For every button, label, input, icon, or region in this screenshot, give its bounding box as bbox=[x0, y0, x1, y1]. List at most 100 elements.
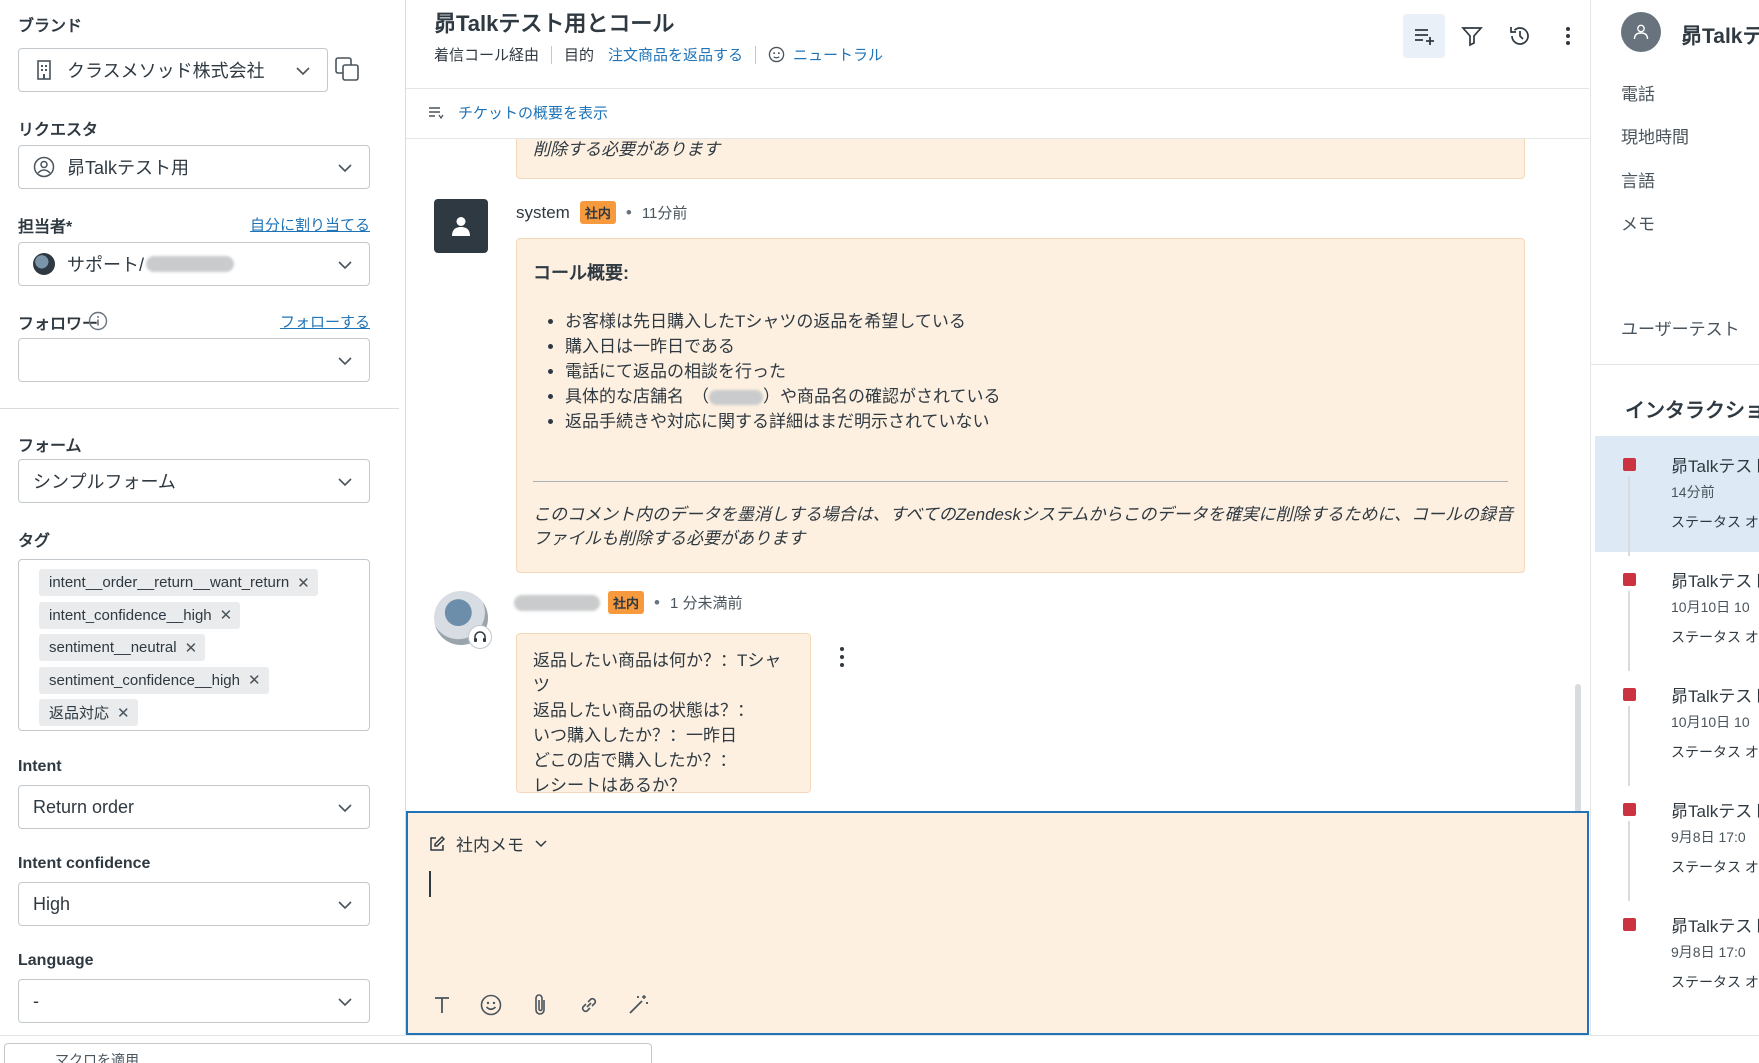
message-time: 1 分未満前 bbox=[669, 595, 743, 612]
intent-select[interactable]: Return order bbox=[18, 785, 370, 829]
tag-label: 返品対応 bbox=[49, 705, 110, 722]
tag-label: sentiment_confidence__high bbox=[49, 671, 240, 689]
remove-tag-icon[interactable]: ✕ bbox=[248, 671, 261, 689]
panel-divider bbox=[1591, 364, 1759, 365]
apply-macro-button[interactable]: マクロを適用 bbox=[4, 1043, 652, 1063]
remove-tag-icon[interactable]: ✕ bbox=[185, 639, 198, 657]
building-icon bbox=[37, 60, 51, 80]
list-add-icon bbox=[1415, 29, 1434, 45]
agent-message-header: 社内 • 1 分未満前 bbox=[514, 591, 742, 614]
chevron-down-icon bbox=[535, 839, 547, 847]
remove-tag-icon[interactable]: ✕ bbox=[297, 574, 310, 592]
text-cursor bbox=[429, 871, 431, 897]
interaction-time: 10月10日 10 bbox=[1671, 599, 1750, 615]
tag-chip: sentiment__neutral ✕ bbox=[39, 634, 206, 661]
list-item-text: ）や商品名の確認がされている bbox=[763, 387, 1001, 406]
ticket-title[interactable]: 昴Talkテスト用とコール bbox=[434, 6, 674, 38]
assignee-avatar bbox=[33, 253, 55, 275]
assignee-select[interactable]: サポート/ bbox=[18, 242, 370, 286]
assign-to-me-link[interactable]: 自分に割り当てる bbox=[250, 214, 370, 235]
tags-input[interactable]: intent__order__return__want_return ✕ inte… bbox=[18, 559, 370, 731]
sentiment-value[interactable]: ニュートラル bbox=[793, 44, 883, 65]
intent-label: Intent bbox=[18, 758, 62, 775]
user-icon bbox=[1633, 24, 1649, 40]
interaction-status: ステータス オー bbox=[1671, 974, 1759, 990]
remove-tag-icon[interactable]: ✕ bbox=[220, 606, 233, 624]
intent-confidence-select[interactable]: High bbox=[18, 882, 370, 926]
reply-composer[interactable]: 社内メモ bbox=[406, 811, 1589, 1035]
copy-icon[interactable] bbox=[334, 56, 360, 82]
paperclip-icon bbox=[535, 994, 545, 1015]
link-button[interactable] bbox=[575, 991, 603, 1019]
headset-icon bbox=[468, 625, 492, 649]
system-message-header: system 社内 • 11分前 bbox=[516, 201, 688, 224]
tags-label: タグ bbox=[18, 533, 51, 550]
tag-chip: sentiment_confidence__high ✕ bbox=[39, 666, 269, 694]
message-menu-icon[interactable] bbox=[832, 643, 852, 671]
list-item-text: 具体的な店舗名 bbox=[565, 387, 684, 406]
brand-select[interactable]: クラスメソッド株式会社 bbox=[18, 48, 328, 92]
previous-note-text: 削除する必要があります bbox=[533, 140, 720, 159]
history-icon bbox=[1510, 27, 1529, 45]
interaction-title: 昴Talkテスト bbox=[1671, 457, 1759, 476]
phone-label: 電話 bbox=[1621, 85, 1655, 104]
conversation-view-button[interactable] bbox=[1403, 14, 1445, 58]
channel-via: 着信コール経由 bbox=[434, 47, 540, 64]
chevron-down-icon bbox=[296, 67, 310, 76]
paren: （ bbox=[692, 387, 709, 406]
requester-select[interactable]: 昴Talkテスト用 bbox=[18, 145, 370, 189]
brand-value: クラスメソッド株式会社 bbox=[67, 61, 265, 81]
remove-tag-icon[interactable]: ✕ bbox=[117, 704, 130, 722]
tag-label: sentiment__neutral bbox=[49, 639, 177, 656]
composer-mode-select[interactable]: 社内メモ bbox=[428, 831, 558, 856]
brand-label: ブランド bbox=[18, 18, 83, 35]
interaction-item[interactable]: 昴Talkテスト 9月8日 17:0 ステータス オー bbox=[1595, 781, 1759, 901]
purpose-value[interactable]: 注文商品を返品する bbox=[608, 44, 743, 65]
interaction-item[interactable]: 昴Talkテスト 10月10日 10 ステータス オー bbox=[1595, 551, 1759, 671]
interaction-title: 昴Talkテスト bbox=[1671, 917, 1759, 936]
redacted-author-name bbox=[514, 594, 600, 611]
call-summary-bubble: コール概要: お客様は先日購入したTシャツの返品を希望している 購入日は一昨日で… bbox=[516, 238, 1525, 573]
timeline-line bbox=[1628, 591, 1630, 671]
ticket-properties-panel: ブランド クラスメソッド株式会社 リクエスタ 昴Talkテスト用 担当者* 自分… bbox=[0, 0, 399, 1063]
interaction-status: ステータス オー bbox=[1671, 859, 1759, 875]
followers-select[interactable] bbox=[18, 338, 370, 382]
call-summary-heading: コール概要: bbox=[533, 263, 629, 283]
assignee-label: 担当者* bbox=[18, 219, 73, 236]
interaction-item[interactable]: 昴Talkテスト 14分前 ステータス オー bbox=[1595, 436, 1759, 556]
history-button[interactable] bbox=[1499, 14, 1541, 58]
author-name[interactable]: system bbox=[516, 203, 570, 223]
list-item: 電話にて返品の相談を行った bbox=[565, 359, 1001, 384]
interaction-item[interactable]: 昴Talkテスト 9月8日 17:0 ステータス オー bbox=[1595, 896, 1759, 1012]
note-line: 返品したい商品は何か？：Tシャツ bbox=[533, 651, 782, 695]
form-select[interactable]: シンプルフォーム bbox=[18, 459, 370, 503]
tag-label: intent_confidence__high bbox=[49, 606, 212, 624]
filter-icon bbox=[1461, 27, 1483, 47]
ai-enhance-button[interactable] bbox=[624, 991, 652, 1019]
conversation-scrollbar[interactable] bbox=[1575, 684, 1581, 811]
list-item: 返品手続きや対応に関する詳細はまだ明示されていない bbox=[565, 409, 1001, 434]
notes-label: メモ bbox=[1621, 215, 1655, 234]
emoji-button[interactable] bbox=[477, 991, 505, 1019]
previous-note-bubble: 削除する必要があります bbox=[516, 139, 1525, 179]
language-select[interactable]: - bbox=[18, 979, 370, 1023]
text-format-button[interactable] bbox=[428, 991, 456, 1019]
note-line: どこの店で購入したか？： bbox=[533, 751, 737, 770]
more-options-button[interactable] bbox=[1547, 14, 1589, 58]
internal-badge: 社内 bbox=[579, 201, 616, 224]
edit-note-icon bbox=[430, 835, 446, 851]
interaction-status: ステータス オー bbox=[1671, 629, 1759, 645]
attach-button[interactable] bbox=[526, 991, 554, 1019]
tag-chip: intent_confidence__high ✕ bbox=[39, 601, 241, 629]
conversation-log[interactable]: 削除する必要があります system 社内 • 11分前 コール概要: お客様は… bbox=[406, 139, 1589, 811]
summary-link[interactable]: チケットの概要を表示 bbox=[458, 102, 608, 123]
customer-context-panel: 昴Talkテ 電話 現地時間 言語 メモ ユーザーテスト インタラクション 昴T… bbox=[1590, 0, 1759, 1035]
info-icon[interactable] bbox=[88, 311, 108, 331]
ticket-summary-toggle[interactable]: チケットの概要を表示 bbox=[428, 102, 608, 123]
filter-button[interactable] bbox=[1451, 14, 1493, 58]
customer-name[interactable]: 昴Talkテ bbox=[1681, 20, 1759, 50]
follow-link[interactable]: フォローする bbox=[280, 311, 370, 332]
intent-value: Return order bbox=[33, 796, 135, 817]
interaction-item[interactable]: 昴Talkテスト 10月10日 10 ステータス オー bbox=[1595, 666, 1759, 786]
requester-label: リクエスタ bbox=[18, 122, 99, 139]
